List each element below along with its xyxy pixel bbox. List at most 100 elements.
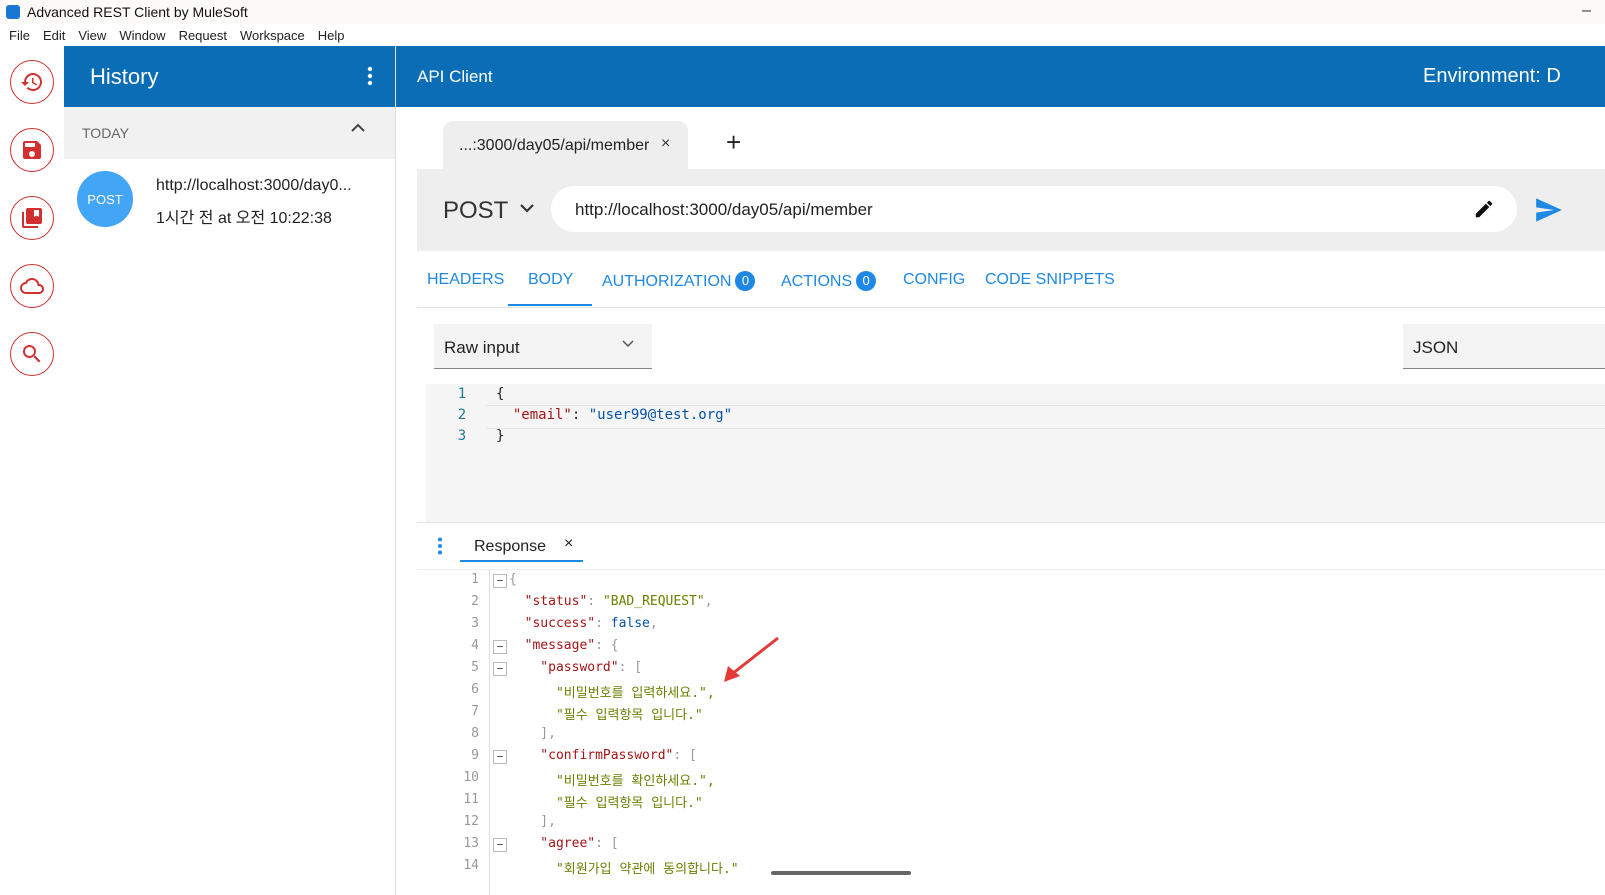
api-client-panel: API Client Environment: D ...:3000/day05… xyxy=(396,46,1605,895)
line-number: 14 xyxy=(463,858,479,873)
minimize-button[interactable]: – xyxy=(1582,2,1591,20)
menu-file[interactable]: File xyxy=(9,28,30,43)
body-editor-type-select[interactable]: Raw input xyxy=(434,324,652,369)
annotation-arrow-icon xyxy=(724,636,779,682)
response-text: { xyxy=(509,572,517,587)
search-button[interactable] xyxy=(10,332,54,376)
history-group-header[interactable]: TODAY xyxy=(64,107,395,159)
tab-authorization-label: AUTHORIZATION xyxy=(602,273,732,290)
response-text: "비밀번호를 확인하세요.", xyxy=(509,774,715,789)
response-tab[interactable]: Response × xyxy=(460,526,583,562)
tab-code-snippets[interactable]: CODE SNIPPETS xyxy=(985,271,1115,289)
add-tab-button[interactable]: + xyxy=(726,129,741,155)
history-item-time: 1시간 전 at 오전 10:22:38 xyxy=(156,210,332,227)
request-tabs: ...:3000/day05/api/member × + xyxy=(396,107,1605,169)
code-line: } xyxy=(496,428,505,444)
content-type-value: JSON xyxy=(1413,338,1459,357)
edit-pencil-icon[interactable] xyxy=(1473,198,1495,220)
menu-edit[interactable]: Edit xyxy=(43,28,65,43)
save-button[interactable] xyxy=(10,128,54,172)
fold-toggle[interactable]: − xyxy=(493,750,507,764)
response-line: 8 ], xyxy=(417,726,1605,748)
url-input[interactable]: http://localhost:3000/day05/api/member xyxy=(551,186,1517,232)
active-tab-indicator xyxy=(508,304,592,306)
environment-selector[interactable]: Environment: D xyxy=(1423,65,1561,88)
response-line: 6 "비밀번호를 입력하세요.", xyxy=(417,682,1605,704)
response-tab-label: Response xyxy=(474,538,547,555)
fold-toggle[interactable]: − xyxy=(493,662,507,676)
line-number: 7 xyxy=(471,704,479,719)
line-number: 3 xyxy=(457,428,467,444)
response-line: 11 "필수 입력항목 입니다." xyxy=(417,792,1605,814)
tab-headers[interactable]: HEADERS xyxy=(427,271,504,289)
line-number: 5 xyxy=(471,660,479,675)
line-number: 9 xyxy=(471,748,479,763)
response-viewer[interactable]: 1 − { 2 "status": "BAD_REQUEST", 3 "succ… xyxy=(417,570,1605,895)
navigation-rail xyxy=(0,46,65,895)
fold-toggle[interactable]: − xyxy=(493,574,507,588)
tab-actions[interactable]: ACTIONS 0 xyxy=(781,271,877,291)
api-client-header: API Client Environment: D xyxy=(396,46,1605,107)
chevron-down-icon[interactable] xyxy=(622,340,634,348)
history-item-url: http://localhost:3000/day0... xyxy=(156,177,352,194)
menu-bar: File Edit View Window Request Workspace … xyxy=(0,24,1605,46)
response-line: 12 ], xyxy=(417,814,1605,836)
history-item[interactable]: POST http://localhost:3000/day0... 1시간 전… xyxy=(64,159,395,237)
history-icon xyxy=(21,73,42,91)
response-line: 5 − "password": [ xyxy=(417,660,1605,682)
line-number: 3 xyxy=(471,616,479,631)
tab-body[interactable]: BODY xyxy=(528,271,573,289)
line-number: 2 xyxy=(457,407,467,423)
chevron-up-icon[interactable] xyxy=(351,123,365,133)
divider xyxy=(417,522,1605,523)
response-menu-icon[interactable] xyxy=(437,537,443,555)
request-tab[interactable]: ...:3000/day05/api/member × xyxy=(443,121,688,169)
response-text: "비밀번호를 입력하세요.", xyxy=(509,686,715,701)
response-text: "password": [ xyxy=(509,660,643,675)
tab-authorization[interactable]: AUTHORIZATION 0 xyxy=(602,271,756,291)
menu-request[interactable]: Request xyxy=(179,28,227,43)
close-tab-icon[interactable]: × xyxy=(661,135,670,153)
line-number: 11 xyxy=(463,792,479,807)
response-text: "confirmPassword": [ xyxy=(509,748,697,763)
menu-view[interactable]: View xyxy=(78,28,106,43)
response-text: "success": false, xyxy=(509,616,658,631)
close-response-icon[interactable]: × xyxy=(564,535,573,553)
history-button[interactable] xyxy=(10,60,54,104)
more-vert-icon[interactable] xyxy=(367,66,373,86)
horizontal-scrollbar[interactable] xyxy=(771,871,911,875)
tab-actions-label: ACTIONS xyxy=(781,273,853,290)
line-number: 2 xyxy=(471,594,479,609)
cloud-button[interactable] xyxy=(10,264,54,308)
app-logo-icon xyxy=(6,5,20,19)
response-line: 2 "status": "BAD_REQUEST", xyxy=(417,594,1605,616)
fold-toggle[interactable]: − xyxy=(493,838,507,852)
saved-collections-button[interactable] xyxy=(10,196,54,240)
response-line: 3 "success": false, xyxy=(417,616,1605,638)
response-text: "message": { xyxy=(509,638,619,653)
cloud-icon xyxy=(20,278,44,294)
menu-help[interactable]: Help xyxy=(318,28,345,43)
body-editor-type-value: Raw input xyxy=(444,338,520,357)
response-line: 7 "필수 입력항목 입니다." xyxy=(417,704,1605,726)
response-text: "agree": [ xyxy=(509,836,619,851)
request-tab-label: ...:3000/day05/api/member xyxy=(459,137,650,154)
body-code-editor[interactable]: 1 2 3 { "email": "user99@test.org" } xyxy=(426,384,1605,522)
history-group-label: TODAY xyxy=(82,125,129,141)
tab-config[interactable]: CONFIG xyxy=(903,271,965,289)
response-line: 1 − { xyxy=(417,572,1605,594)
method-select[interactable]: POST xyxy=(443,197,508,225)
send-icon[interactable] xyxy=(1535,197,1563,223)
menu-workspace[interactable]: Workspace xyxy=(240,28,305,43)
method-badge: POST xyxy=(77,171,133,227)
search-icon xyxy=(23,345,41,363)
response-text: "필수 입력항목 입니다." xyxy=(509,796,703,811)
chevron-down-icon[interactable] xyxy=(519,203,535,213)
save-icon xyxy=(23,141,41,159)
line-number: 4 xyxy=(471,638,479,653)
line-number: 8 xyxy=(471,726,479,741)
menu-window[interactable]: Window xyxy=(119,28,165,43)
fold-toggle[interactable]: − xyxy=(493,640,507,654)
history-header: History xyxy=(64,46,395,107)
content-type-select[interactable]: JSON xyxy=(1403,324,1605,369)
